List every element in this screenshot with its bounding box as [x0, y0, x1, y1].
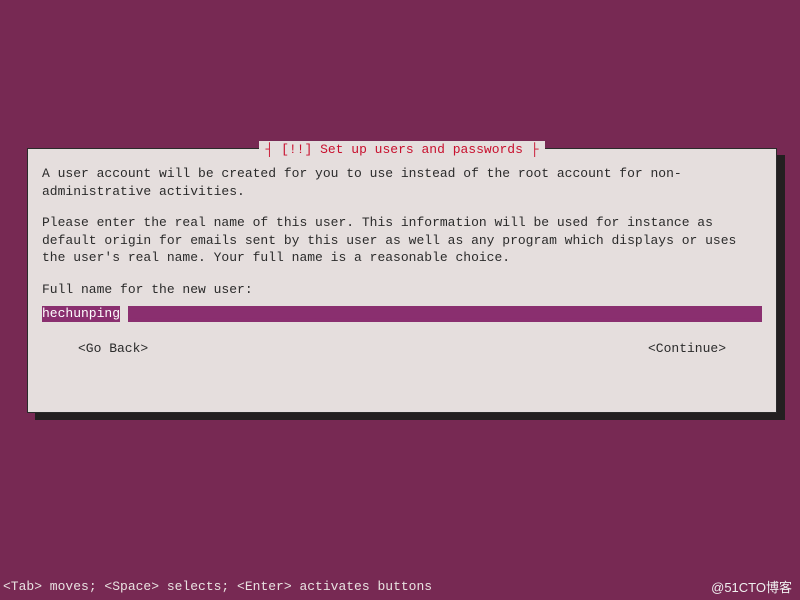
button-row: <Go Back> <Continue>	[42, 340, 762, 358]
fullname-prompt: Full name for the new user:	[42, 281, 762, 299]
dialog-paragraph-2: Please enter the real name of this user.…	[42, 214, 762, 267]
dialog-title: ┤ [!!] Set up users and passwords ├	[259, 141, 544, 159]
dialog-paragraph-1: A user account will be created for you t…	[42, 165, 762, 200]
installer-dialog: ┤ [!!] Set up users and passwords ├ A us…	[27, 148, 777, 413]
dialog-body: A user account will be created for you t…	[28, 149, 776, 372]
go-back-button[interactable]: <Go Back>	[78, 340, 148, 358]
input-fill: ________________________________________…	[128, 306, 762, 322]
watermark: @51CTO博客	[711, 579, 792, 597]
continue-button[interactable]: <Continue>	[648, 340, 726, 358]
fullname-input[interactable]: hechunping _____________________________…	[42, 306, 762, 322]
dialog-title-wrap: ┤ [!!] Set up users and passwords ├	[28, 141, 776, 159]
fullname-input-value: hechunping	[42, 306, 120, 322]
footer-hint: <Tab> moves; <Space> selects; <Enter> ac…	[3, 578, 432, 596]
text-cursor	[120, 306, 128, 322]
